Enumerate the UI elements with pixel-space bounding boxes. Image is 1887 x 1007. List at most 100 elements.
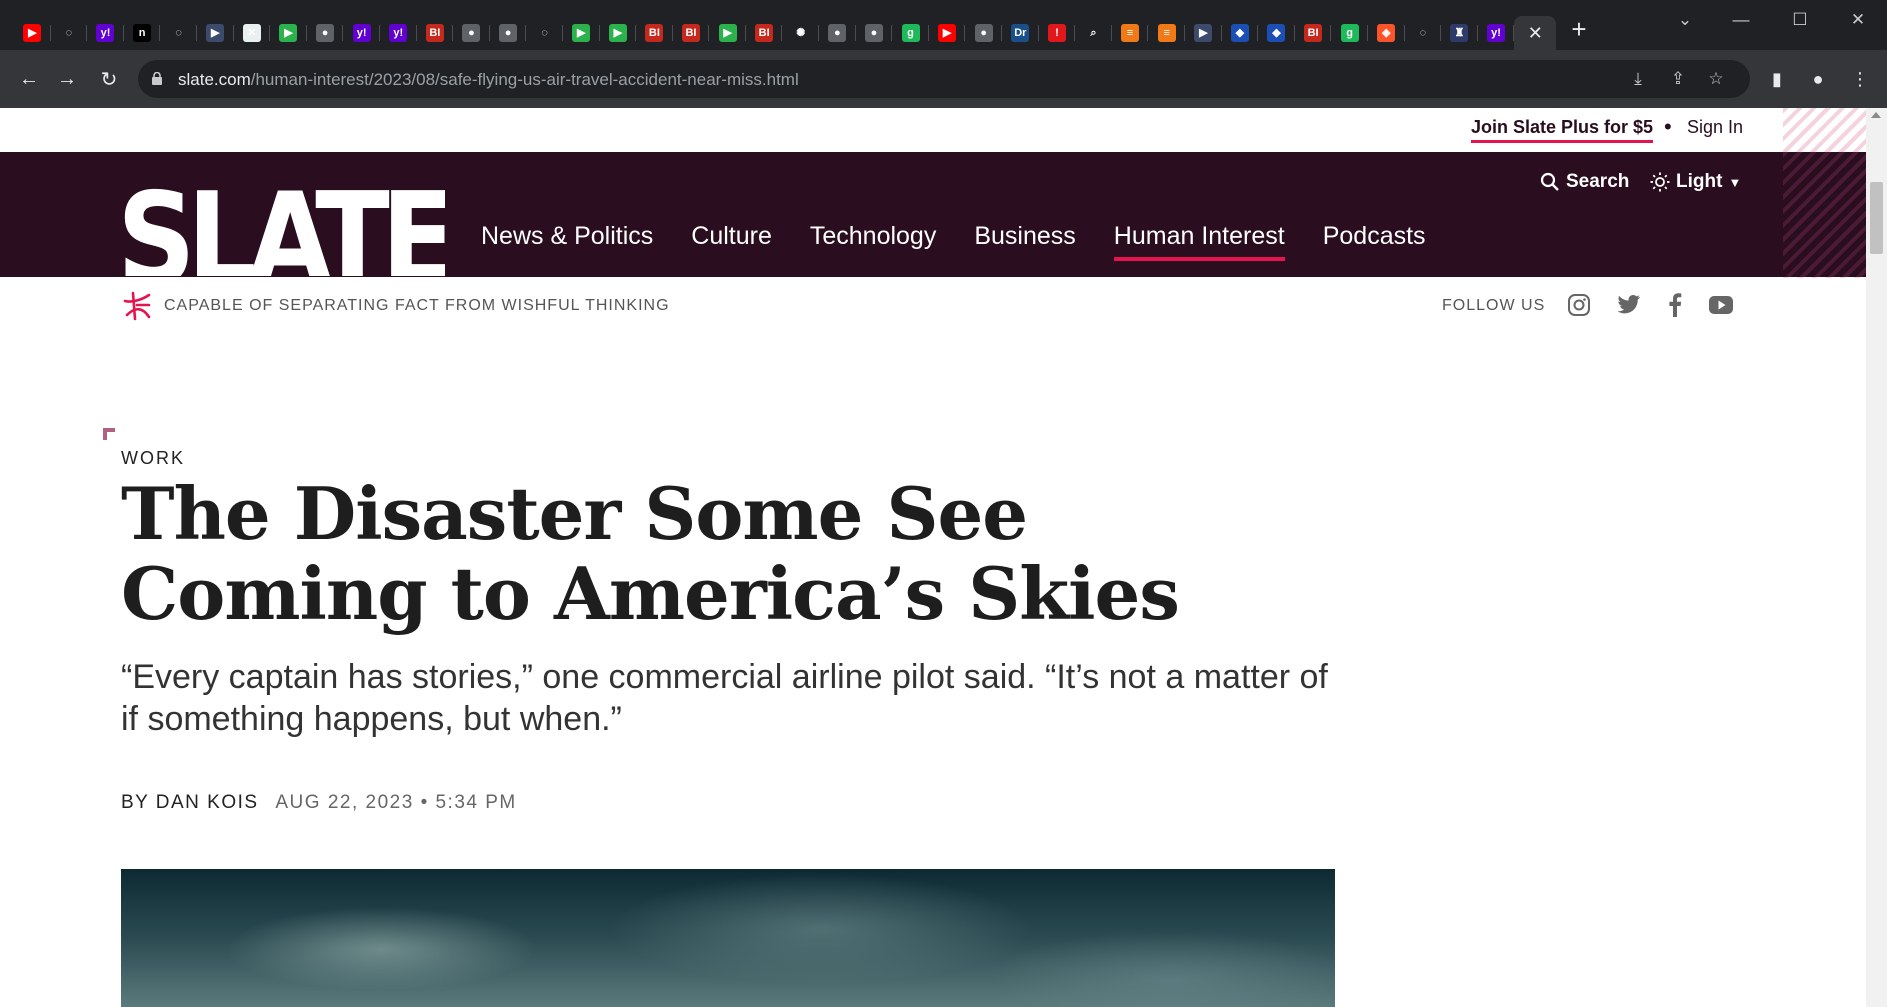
browser-tab[interactable]: BI xyxy=(673,16,710,50)
share-icon[interactable]: ⇪ xyxy=(1668,69,1688,89)
browser-tab[interactable]: ▶ xyxy=(709,16,746,50)
browser-tab[interactable]: ● xyxy=(856,16,893,50)
scrollbar[interactable] xyxy=(1866,108,1887,1007)
browser-tab[interactable]: ◌ xyxy=(526,16,563,50)
section-nav: News & Politics Culture Technology Business… xyxy=(481,222,1464,261)
browser-tab[interactable]: ◆ xyxy=(1258,16,1295,50)
instagram-icon[interactable] xyxy=(1565,291,1593,319)
browser-tab[interactable]: BI xyxy=(417,16,454,50)
cube-icon: ◆ xyxy=(1230,24,1249,42)
browser-tab[interactable]: y! xyxy=(380,16,417,50)
new-tab-button[interactable]: + xyxy=(1565,16,1593,44)
browser-tab[interactable]: g xyxy=(892,16,929,50)
theme-toggle[interactable]: Light ▼ xyxy=(1650,171,1741,193)
theme-label: Light xyxy=(1676,171,1723,192)
bookmark-icon: ≡ xyxy=(1157,24,1176,42)
browser-tab[interactable]: ● xyxy=(965,16,1002,50)
scrollbar-thumb[interactable] xyxy=(1870,182,1883,254)
browser-tab[interactable]: y! xyxy=(343,16,380,50)
slate-logo[interactable]: SLATE xyxy=(121,180,445,276)
browser-tab[interactable]: ◌ xyxy=(160,16,197,50)
facebook-icon[interactable] xyxy=(1661,291,1689,319)
browser-tab[interactable]: ◌ xyxy=(1405,16,1442,50)
browser-tab[interactable]: ! xyxy=(1039,16,1076,50)
browser-tab[interactable]: y! xyxy=(87,16,124,50)
browser-tab[interactable]: ▶ xyxy=(929,16,966,50)
browser-tab[interactable]: ● xyxy=(453,16,490,50)
article-kicker[interactable]: WORK xyxy=(121,448,185,469)
browser-tab[interactable]: g xyxy=(1331,16,1368,50)
browser-tab[interactable]: ⌕ xyxy=(1075,16,1112,50)
browser-tab[interactable]: ≡ xyxy=(1112,16,1149,50)
tab-list: ▶ ◌ y! n ◌ ▶ ✕ ▶ ● y! y! BI ● ● ◌ ▶ ▶ BI BI ▶ BI ✺ ● ● g ▶ ● Dr! ⌕ ≡ ≡… xyxy=(14,16,1557,50)
browser-tab[interactable]: ● xyxy=(819,16,856,50)
minimize-button[interactable]: — xyxy=(1713,0,1769,40)
browser-tab[interactable]: ✕ xyxy=(234,16,271,50)
browser-tab[interactable]: n xyxy=(124,16,161,50)
sign-in-link[interactable]: Sign In xyxy=(1687,117,1743,138)
scroll-up-arrow-icon[interactable] xyxy=(1871,112,1881,118)
business-insider-icon: BI xyxy=(755,24,774,42)
nav-item-technology[interactable]: Technology xyxy=(810,222,936,261)
profile-icon[interactable]: ● xyxy=(1803,64,1833,94)
decorative-stripes-dark xyxy=(1783,152,1866,277)
youtube-icon[interactable] xyxy=(1707,291,1735,319)
back-icon[interactable]: ← xyxy=(14,64,44,94)
nav-item-culture[interactable]: Culture xyxy=(691,222,772,261)
maximize-button[interactable]: ☐ xyxy=(1772,0,1828,40)
close-icon[interactable]: ✕ xyxy=(1526,24,1544,42)
nav-item-human-interest[interactable]: Human Interest xyxy=(1113,222,1285,261)
star-icon[interactable]: ☆ xyxy=(1706,69,1726,89)
forward-icon[interactable]: → xyxy=(52,64,82,94)
browser-tab[interactable]: Dr xyxy=(1002,16,1039,50)
join-slate-plus-link[interactable]: Join Slate Plus for $5 xyxy=(1471,117,1654,143)
publish-date: AUG 22, 2023 • 5:34 PM xyxy=(275,792,517,813)
browser-tab[interactable]: ▶ xyxy=(270,16,307,50)
article-dek: “Every captain has stories,” one commerc… xyxy=(121,658,1328,738)
hero-image xyxy=(121,869,1335,1007)
side-panel-icon[interactable]: ▮ xyxy=(1762,64,1792,94)
browser-tab[interactable]: ♜ xyxy=(1441,16,1478,50)
browser-tab[interactable]: ◌ xyxy=(51,16,88,50)
browser-tab[interactable]: ▶ xyxy=(1185,16,1222,50)
browser-tab[interactable]: BI xyxy=(636,16,673,50)
browser-tab[interactable]: ≡ xyxy=(1148,16,1185,50)
browser-tab[interactable]: BI xyxy=(746,16,783,50)
bookmark-icon: ≡ xyxy=(1121,24,1140,42)
nav-item-business[interactable]: Business xyxy=(974,222,1075,261)
business-insider-icon: BI xyxy=(425,24,444,42)
yahoo-icon: y! xyxy=(352,24,371,42)
lock-icon xyxy=(152,72,162,85)
browser-tab[interactable]: BI xyxy=(1295,16,1332,50)
address-bar[interactable]: slate.com/human-interest/2023/08/safe-fl… xyxy=(138,60,1750,98)
browser-tab[interactable]: ◆ xyxy=(1222,16,1259,50)
twitter-icon[interactable] xyxy=(1615,291,1643,319)
browser-tab[interactable]: ▶ xyxy=(14,16,51,50)
map-icon: ✕ xyxy=(242,24,261,42)
browser-tab[interactable]: ● xyxy=(307,16,344,50)
browser-tab[interactable]: ◈ xyxy=(1368,16,1405,50)
search-button[interactable]: Search xyxy=(1540,171,1629,193)
browser-tab[interactable]: ▶ xyxy=(563,16,600,50)
follow-us-label: FOLLOW US xyxy=(1442,297,1546,314)
browser-tab[interactable]: ▶ xyxy=(600,16,637,50)
tab-search-icon[interactable]: ⌄ xyxy=(1657,0,1713,40)
url-text[interactable]: slate.com/human-interest/2023/08/safe-fl… xyxy=(178,70,799,90)
reload-icon[interactable]: ↻ xyxy=(94,64,124,94)
active-tab[interactable]: ✕ xyxy=(1514,16,1557,50)
browser-tab[interactable]: ● xyxy=(490,16,527,50)
browser-tab[interactable]: y! xyxy=(1478,16,1515,50)
tab-strip: ▶ ◌ y! n ◌ ▶ ✕ ▶ ● y! y! BI ● ● ◌ ▶ ▶ BI BI ▶ BI ✺ ● ● g ▶ ● Dr! ⌕ ≡ ≡… xyxy=(0,0,1887,50)
play-icon: ▶ xyxy=(608,24,627,42)
menu-icon[interactable]: ⋮ xyxy=(1845,64,1875,94)
browser-tab[interactable]: ✺ xyxy=(782,16,819,50)
browser-tab[interactable]: ▶ xyxy=(197,16,234,50)
globe-icon: ● xyxy=(499,24,518,42)
install-icon[interactable]: ⤓ xyxy=(1628,69,1648,89)
nav-item-podcasts[interactable]: Podcasts xyxy=(1323,222,1426,261)
close-window-button[interactable]: ✕ xyxy=(1830,0,1886,40)
nav-item-news-politics[interactable]: News & Politics xyxy=(481,222,653,261)
business-insider-icon: BI xyxy=(681,24,700,42)
slate-spark-icon xyxy=(123,291,151,321)
author-link[interactable]: BY DAN KOIS xyxy=(121,792,259,813)
